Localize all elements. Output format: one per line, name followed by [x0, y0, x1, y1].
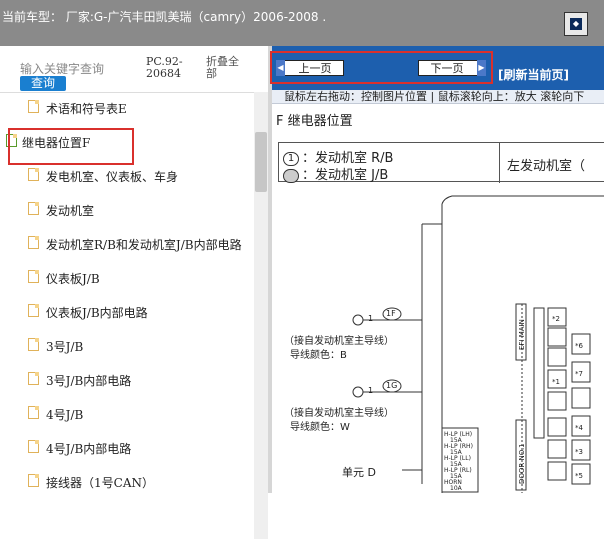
legend-text: ：发动机室 J/B [302, 168, 389, 183]
relay-tag-4: *1 [552, 378, 560, 386]
fuse-rating-5: 10A [450, 485, 463, 492]
highlight-page-nav [270, 51, 493, 84]
document-title: F 继电器位置 [276, 114, 353, 129]
connector-tag-1g: 1G [386, 381, 398, 390]
legend-symbol-oval [283, 168, 299, 183]
tree-item-jb3[interactable]: 3号J/B [0, 330, 254, 360]
file-icon [28, 168, 39, 181]
tree-item-jb3-circuit[interactable]: 3号J/B内部电路 [0, 364, 254, 394]
tree-item-engine-room[interactable]: 发动机室 [0, 194, 254, 224]
file-icon [28, 304, 39, 317]
tree-item-label: 接线器（1号CAN） [46, 476, 154, 490]
tree-item-panel-jb[interactable]: 仪表板J/B [0, 262, 254, 292]
tree-item-terms[interactable]: 术语和符号表E [0, 92, 254, 122]
file-icon [28, 100, 39, 113]
relay-diagram: EFI MAIN DOOR NO.1 *2 *6 *7 *1 *4 *3 *5 … [272, 184, 604, 493]
tree-item-engine-rb-jb-circuit[interactable]: 发动机室R/B和发动机室J/B内部电路 [0, 228, 254, 258]
tree-item-panel-jb-circuit[interactable]: 仪表板J/B内部电路 [0, 296, 254, 326]
tree-item-label: 4号J/B内部电路 [46, 442, 132, 456]
file-icon [28, 236, 39, 249]
connector-caption-1b: 导线颜色：B [290, 350, 347, 361]
relay-tag-1: *2 [552, 315, 560, 323]
connector-pin-2: 1 [368, 386, 374, 395]
connector-caption-2b: 导线颜色：W [290, 422, 350, 433]
highlight-relay-location [8, 128, 134, 165]
search-button[interactable]: 查询 [20, 76, 66, 91]
tree-item-label: 仪表板J/B内部电路 [46, 306, 148, 320]
sidebar-scroll-thumb[interactable] [255, 132, 267, 192]
vfuse-label-2: DOOR NO.1 [518, 443, 526, 484]
refresh-page-link[interactable]: [刷新当前页] [498, 66, 569, 83]
document-page[interactable]: F 继电器位置 1 ：发动机室 R/B ：发动机室 J/B 左发动机室（ EFI… [272, 104, 604, 493]
file-icon [28, 202, 39, 215]
unit-d-label: 单元 D [342, 466, 376, 479]
collapse-all-button[interactable]: 折叠全部 [206, 56, 246, 80]
tree-item-jb4[interactable]: 4号J/B [0, 398, 254, 428]
connector-tag-1f: 1F [386, 309, 396, 318]
page-tag: PC.92-20684 [146, 55, 183, 80]
connector-caption-2a: （接自发动机室主导线） [284, 408, 394, 419]
document-viewer: ◀ 上一页 下一页 ▶ [刷新当前页] 鼠标左右拖动：控制图片位置 | 鼠标滚轮… [272, 46, 604, 493]
usage-hint: 鼠标左右拖动：控制图片位置 | 鼠标滚轮向上：放大 滚轮向下 [272, 90, 604, 104]
legend-divider [499, 143, 500, 183]
title-bar: 当前车型： 厂家:G-广汽丰田凯美瑞（camry）2006-2008 . ◆ [0, 0, 604, 46]
tree-item-label: 3号J/B [46, 340, 84, 354]
file-icon [28, 338, 39, 351]
current-vehicle-title: 当前车型： 厂家:G-广汽丰田凯美瑞（camry）2006-2008 . [2, 10, 327, 24]
tree-item-label: 发电机室、仪表板、车身 [46, 170, 179, 184]
tree-item-label: 4号J/B [46, 408, 84, 422]
relay-tag-6: *3 [575, 448, 583, 456]
tree-item-can-junction[interactable]: 接线器（1号CAN） [0, 466, 254, 496]
file-icon [28, 270, 39, 283]
tree-item-label: 仪表板J/B [46, 272, 100, 286]
search-row: 输入关键字查询 查询 PC.92-20684 折叠全部 [0, 46, 268, 93]
toggle-panel-button[interactable]: ◆ [564, 12, 588, 36]
vfuse-label-1: EFI MAIN [518, 319, 526, 350]
legend-right-text: 左发动机室（ [507, 159, 586, 174]
connector-pin-1: 1 [368, 314, 374, 323]
tree-item-label: 3号J/B内部电路 [46, 374, 132, 388]
search-input[interactable]: 输入关键字查询 [20, 60, 104, 77]
sidebar: 输入关键字查询 查询 PC.92-20684 折叠全部 术语和符号表E 继电器位… [0, 46, 268, 539]
file-icon [28, 406, 39, 419]
relay-tag-7: *5 [575, 472, 583, 480]
file-icon [28, 474, 39, 487]
relay-tag-5: *4 [575, 424, 584, 432]
file-icon [28, 372, 39, 385]
legend-box: 1 ：发动机室 R/B ：发动机室 J/B 左发动机室（ [278, 142, 604, 183]
tree-item-label: 发动机室 [46, 204, 95, 218]
legend-row-jb: ：发动机室 J/B [283, 164, 388, 183]
tree-item-jb4-circuit[interactable]: 4号J/B内部电路 [0, 432, 254, 462]
file-icon [28, 440, 39, 453]
sidebar-scrollbar[interactable] [254, 92, 268, 539]
relay-tag-2: *6 [575, 342, 584, 350]
connector-caption-1a: （接自发动机室主导线） [284, 336, 394, 347]
tree-item-label: 发动机室R/B和发动机室J/B内部电路 [46, 238, 242, 252]
tree-item-label: 术语和符号表E [46, 102, 127, 116]
relay-tag-3: *7 [575, 370, 583, 378]
toggle-icon: ◆ [570, 18, 582, 30]
